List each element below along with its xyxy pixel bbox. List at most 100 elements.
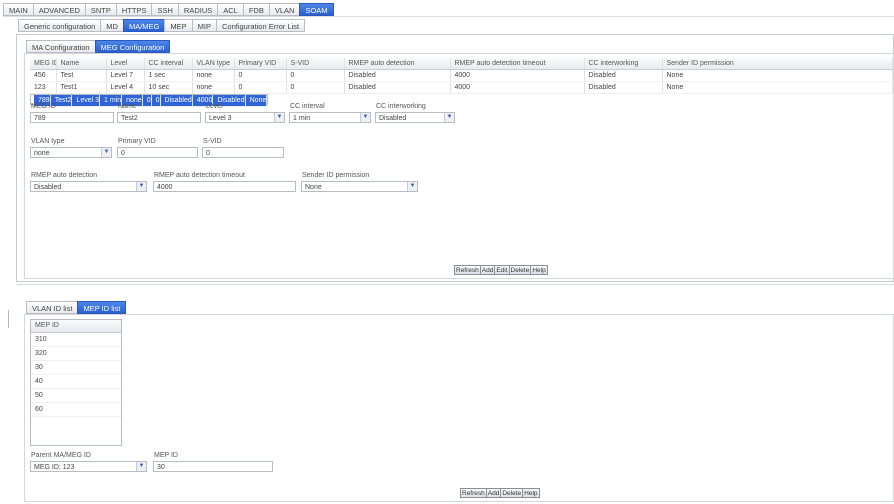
delete-button[interactable]: Delete bbox=[500, 488, 524, 498]
column-header-rmep-auto-detection[interactable]: RMEP auto detection bbox=[344, 58, 451, 70]
list-item[interactable]: 50 bbox=[31, 389, 121, 403]
inner-tab-ma-configuration[interactable]: MA Configuration bbox=[26, 40, 96, 53]
sender-id-permission-value: None bbox=[305, 184, 322, 191]
rmep-timeout-label: RMEP auto detection timeout bbox=[154, 172, 245, 179]
meg-table: MEG IDNameLevelCC intervalVLAN typePrima… bbox=[30, 58, 893, 107]
mep-id-list-header: MEP ID bbox=[31, 320, 121, 333]
column-header-cc-interval[interactable]: CC interval bbox=[144, 58, 193, 70]
subtab-ma-meg[interactable]: MA/MEG bbox=[122, 19, 166, 32]
name-field[interactable]: Test2 bbox=[117, 112, 201, 123]
edit-button[interactable]: Edit bbox=[494, 265, 510, 275]
table-cell: 456 bbox=[30, 69, 57, 82]
refresh-button[interactable]: Refresh bbox=[460, 488, 487, 498]
inner-tab-meg-configuration[interactable]: MEG Configuration bbox=[94, 40, 171, 53]
table-cell: 0 bbox=[286, 69, 345, 82]
splitter-handle[interactable] bbox=[8, 310, 9, 328]
list-item[interactable]: 310 bbox=[31, 333, 121, 347]
table-cell: 0 bbox=[234, 81, 287, 94]
help-button[interactable]: Help bbox=[522, 488, 540, 498]
vlan-type-select[interactable]: none ▼ bbox=[30, 147, 112, 158]
svid-field[interactable]: 0 bbox=[202, 147, 284, 158]
level-select[interactable]: Level 3 ▼ bbox=[205, 112, 285, 123]
sender-id-permission-select[interactable]: None ▼ bbox=[301, 181, 418, 192]
table-cell: 0 bbox=[151, 95, 161, 107]
column-header-meg-id[interactable]: MEG ID bbox=[30, 58, 57, 70]
column-header-s-vid[interactable]: S-VID bbox=[286, 58, 345, 70]
chevron-down-icon: ▼ bbox=[274, 113, 284, 122]
tab-https[interactable]: HTTPS bbox=[115, 3, 153, 16]
mep-panel bbox=[24, 314, 894, 502]
mep-id-label: MEP ID bbox=[154, 452, 178, 459]
column-header-sender-id-permission[interactable]: Sender ID permission bbox=[662, 58, 893, 70]
mep-id-list[interactable]: MEP ID 310 320 30 40 50 60 bbox=[30, 319, 122, 446]
chevron-down-icon: ▼ bbox=[136, 182, 146, 191]
column-header-vlan-type[interactable]: VLAN type bbox=[192, 58, 235, 70]
column-header-primary-vid[interactable]: Primary VID bbox=[234, 58, 287, 70]
sub-tab-bar: Generic configuration MD MA/MEG MEP MIP Confi… bbox=[18, 19, 306, 32]
table-cell: None bbox=[245, 95, 268, 107]
list-item[interactable]: 40 bbox=[31, 375, 121, 389]
cc-interworking-select[interactable]: Disabled ▼ bbox=[375, 112, 455, 123]
tab-soam[interactable]: SOAM bbox=[299, 3, 334, 16]
inner-tab-bar: MA Configuration MEG Configuration bbox=[26, 40, 171, 53]
parent-ma-meg-label: Parent MA/MEG ID bbox=[31, 452, 91, 459]
column-header-cc-interworking[interactable]: CC interworking bbox=[584, 58, 663, 70]
chevron-down-icon: ▼ bbox=[136, 462, 146, 471]
table-row[interactable]: 789 Test2 Level 31 min none 0 0 Disabled 4000 Di… bbox=[30, 94, 269, 107]
cc-interworking-value: Disabled bbox=[379, 115, 407, 122]
tab-acl[interactable]: ACL bbox=[217, 3, 244, 16]
table-cell: 10 sec bbox=[144, 81, 193, 94]
rmep-auto-detection-select[interactable]: Disabled ▼ bbox=[30, 181, 147, 192]
bottom-tab-vlan-id-list[interactable]: VLAN ID list bbox=[26, 301, 79, 314]
rmep-auto-detection-value: Disabled bbox=[34, 184, 62, 191]
tab-ssh[interactable]: SSH bbox=[151, 3, 179, 16]
cc-interval-select[interactable]: 1 min ▼ bbox=[289, 112, 371, 123]
column-header-level[interactable]: Level bbox=[106, 58, 145, 70]
subtab-generic-configuration[interactable]: Generic configuration bbox=[18, 19, 102, 32]
subtab-mip[interactable]: MIP bbox=[191, 19, 217, 32]
list-item[interactable]: 30 bbox=[31, 361, 121, 375]
cc-interworking-label: CC interworking bbox=[376, 103, 426, 110]
rmep-timeout-field[interactable]: 4000 bbox=[153, 181, 296, 192]
tab-radius[interactable]: RADIUS bbox=[177, 3, 219, 16]
tab-advanced[interactable]: ADVANCED bbox=[32, 3, 86, 16]
subtab-mep[interactable]: MEP bbox=[164, 19, 193, 32]
table-cell: 123 bbox=[30, 81, 57, 94]
mep-id-field[interactable]: 30 bbox=[153, 461, 273, 472]
column-header-rmep-auto-detection-timeout[interactable]: RMEP auto detection timeout bbox=[450, 58, 585, 70]
table-cell: None bbox=[662, 69, 893, 82]
add-button[interactable]: Add bbox=[479, 265, 496, 275]
table-cell: Test bbox=[56, 69, 107, 82]
sender-id-permission-label: Sender ID permission bbox=[302, 172, 370, 179]
table-row[interactable]: 123 Test1 Level 4 10 sec none 0 0 Disabled 4000 D… bbox=[30, 81, 893, 94]
help-button[interactable]: Help bbox=[530, 265, 548, 275]
list-item[interactable]: 320 bbox=[31, 347, 121, 361]
add-button[interactable]: Add bbox=[485, 488, 502, 498]
table-row[interactable]: 456 Test Level 71 sec none 0 0 Disabled 4000 Dis… bbox=[30, 69, 893, 82]
column-header-name[interactable]: Name bbox=[56, 58, 107, 70]
vlan-type-label: VLAN type bbox=[31, 138, 65, 145]
subtab-md[interactable]: MD bbox=[100, 19, 124, 32]
tab-sntp[interactable]: SNTP bbox=[84, 3, 117, 16]
cc-interval-value: 1 min bbox=[293, 115, 311, 122]
list-item[interactable]: 60 bbox=[31, 403, 121, 417]
level-label: Level bbox=[206, 103, 223, 110]
chevron-down-icon: ▼ bbox=[360, 113, 370, 122]
meg-id-field[interactable]: 789 bbox=[30, 112, 114, 123]
table-cell: 4000 bbox=[450, 81, 585, 94]
rmep-auto-detection-label: RMEP auto detection bbox=[31, 172, 98, 179]
chevron-down-icon: ▼ bbox=[407, 182, 417, 191]
parent-ma-meg-select[interactable]: MEG ID: 123 ▼ bbox=[30, 461, 147, 472]
subtab-configuration-error-list[interactable]: Configuration Error List bbox=[216, 19, 306, 32]
tab-main[interactable]: MAIN bbox=[3, 3, 34, 16]
table-cell: Level 4 bbox=[106, 81, 145, 94]
refresh-button[interactable]: Refresh bbox=[454, 265, 481, 275]
name-label: Name bbox=[118, 103, 137, 110]
primary-vid-label: Primary VID bbox=[118, 138, 156, 145]
primary-vid-field[interactable]: 0 bbox=[117, 147, 198, 158]
delete-button[interactable]: Delete bbox=[508, 265, 532, 275]
tab-fdb[interactable]: FDB bbox=[242, 3, 270, 16]
tab-vlan[interactable]: VLAN bbox=[268, 3, 301, 16]
bottom-tab-mep-id-list[interactable]: MEP ID list bbox=[77, 301, 127, 314]
table-cell: Level 7 bbox=[106, 69, 145, 82]
